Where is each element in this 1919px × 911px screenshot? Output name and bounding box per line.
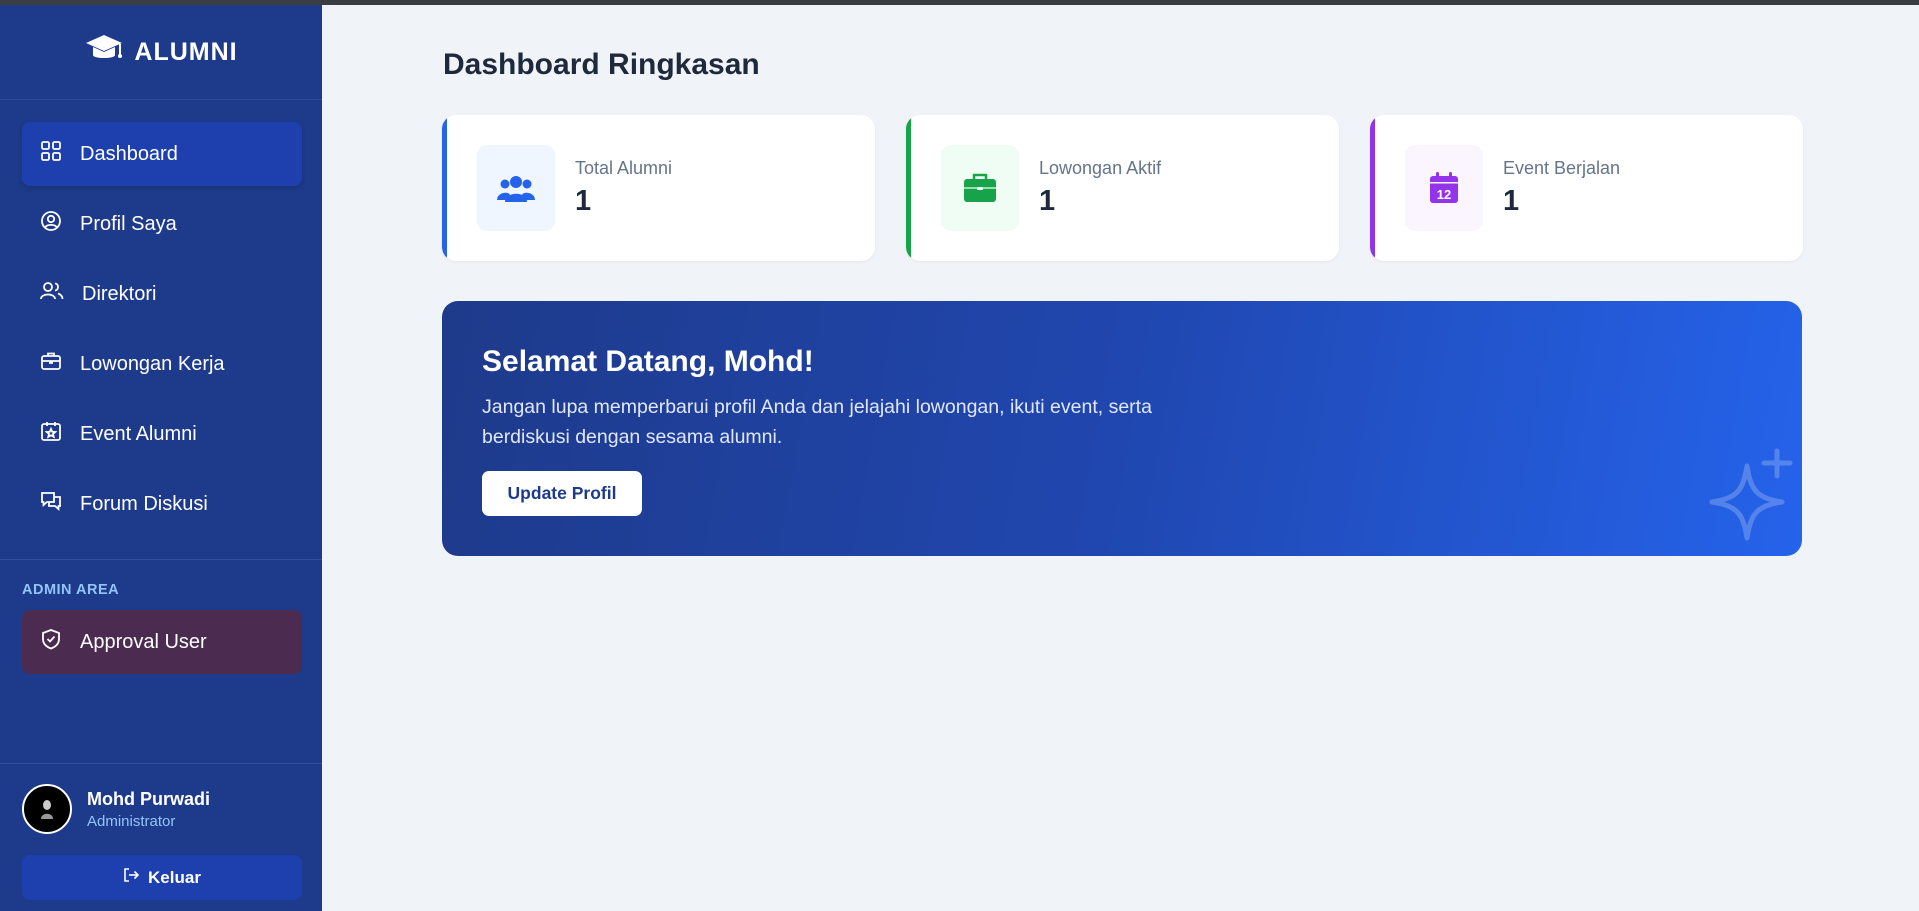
welcome-text: Jangan lupa memperbarui profil Anda dan … [482, 396, 1152, 448]
brand-name: ALUMNI [134, 37, 238, 66]
users-group-icon [477, 145, 555, 231]
stat-value: 1 [1503, 185, 1520, 217]
logout-icon [123, 867, 140, 888]
window-top-strip [0, 0, 1919, 5]
sparkle-icon [1702, 446, 1802, 556]
sidebar-item-event-alumni[interactable]: Event Alumni [22, 402, 302, 466]
sidebar-item-label: Direktori [82, 282, 157, 305]
user-circle-icon [40, 210, 62, 238]
sidebar-item-label: Event Alumni [80, 422, 197, 445]
stat-card-accent [442, 115, 447, 261]
sidebar-item-label: Profil Saya [80, 212, 177, 235]
sidebar-item-approval-user[interactable]: Approval User [22, 610, 302, 674]
calendar-star-icon [40, 420, 62, 448]
stat-value: 1 [1039, 185, 1056, 217]
stat-card-total-alumni: Total Alumni 1 [442, 115, 875, 261]
sidebar-item-label: Dashboard [80, 142, 178, 165]
stat-card-accent [1370, 115, 1375, 261]
stat-label: Lowongan Aktif [1039, 158, 1162, 178]
sidebar-item-profil-saya[interactable]: Profil Saya [22, 192, 302, 256]
avatar[interactable] [22, 784, 72, 834]
user-name: Mohd Purwadi [87, 788, 210, 809]
users-icon [40, 280, 64, 308]
sidebar-item-dashboard[interactable]: Dashboard [22, 122, 302, 186]
chat-icon [40, 490, 62, 518]
shield-check-icon [40, 628, 62, 656]
sidebar-item-label: Approval User [80, 630, 207, 653]
logout-button[interactable]: Keluar [22, 855, 302, 900]
briefcase-icon [941, 145, 1019, 231]
user-panel: Mohd Purwadi Administrator Keluar [0, 763, 322, 911]
welcome-banner: Selamat Datang, Mohd! Jangan lupa memper… [442, 301, 1802, 556]
graduation-cap-icon [84, 33, 124, 72]
user-role: Administrator [87, 812, 176, 830]
logout-label: Keluar [148, 867, 201, 887]
stat-card-lowongan-aktif: Lowongan Aktif 1 [906, 115, 1339, 261]
sidebar: ALUMNI Dashboard Profil Saya Direktori L… [0, 5, 322, 911]
sidebar-item-forum-diskusi[interactable]: Forum Diskusi [22, 472, 302, 536]
update-profile-button[interactable]: Update Profil [482, 471, 642, 516]
grid-icon [40, 140, 62, 168]
sidebar-nav: Dashboard Profil Saya Direktori Lowongan… [0, 100, 322, 536]
sidebar-divider [0, 559, 322, 560]
stat-value: 1 [575, 185, 592, 217]
brand[interactable]: ALUMNI [0, 5, 322, 100]
stat-label: Event Berjalan [1503, 158, 1621, 178]
welcome-title: Selamat Datang, Mohd! [482, 345, 814, 378]
calendar-icon: 12 [1405, 145, 1483, 231]
stat-card-accent [906, 115, 911, 261]
sidebar-item-label: Lowongan Kerja [80, 352, 225, 375]
sidebar-item-label: Forum Diskusi [80, 492, 208, 515]
page-title: Dashboard Ringkasan [443, 48, 760, 81]
sidebar-item-lowongan-kerja[interactable]: Lowongan Kerja [22, 332, 302, 396]
stat-card-event-berjalan: 12 Event Berjalan 1 [1370, 115, 1803, 261]
sidebar-item-direktori[interactable]: Direktori [22, 262, 302, 326]
admin-section-label: ADMIN AREA [22, 582, 120, 598]
stat-label: Total Alumni [575, 158, 673, 178]
calendar-icon-date: 12 [1437, 187, 1451, 202]
briefcase-icon [40, 350, 62, 378]
